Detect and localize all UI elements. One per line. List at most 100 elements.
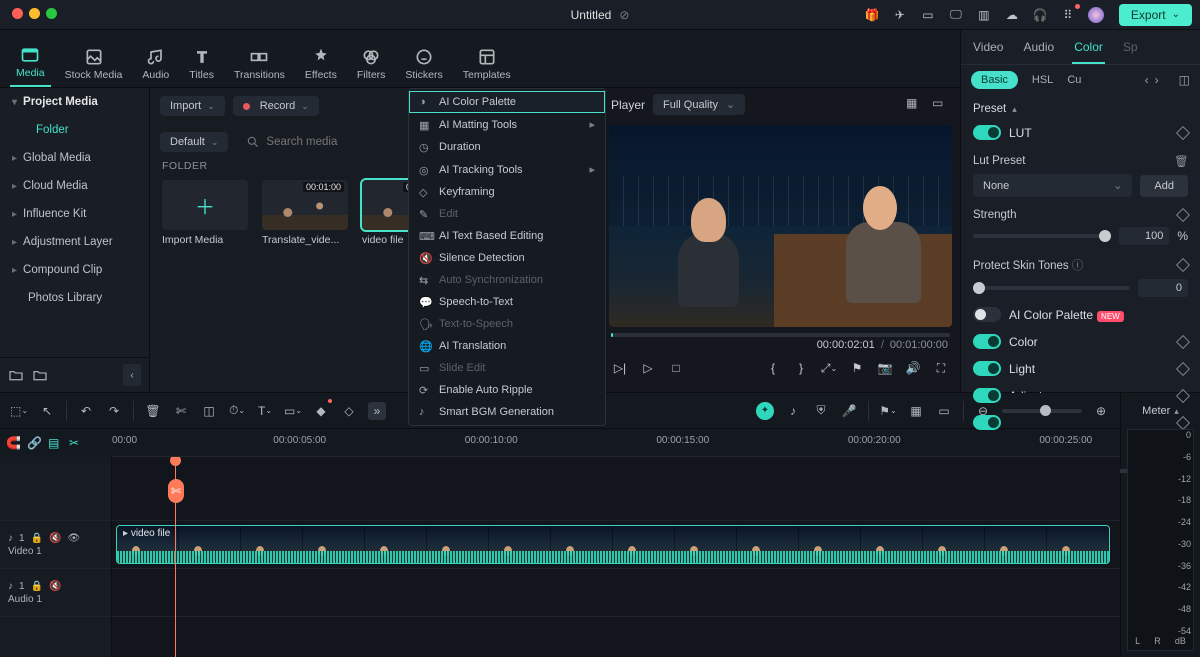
sidebar-global-media[interactable]: ▸Global Media <box>0 144 149 172</box>
gift-icon[interactable]: 🎁 <box>863 6 881 24</box>
keyframe-icon[interactable] <box>1176 361 1190 375</box>
color-sample-icon[interactable]: ◆ <box>312 402 330 420</box>
image-view-icon[interactable]: ▭ <box>932 96 950 114</box>
tab-titles[interactable]: Titles <box>183 43 220 87</box>
mute-icon[interactable]: 🔇 <box>49 581 61 592</box>
visibility-icon[interactable]: 👁 <box>67 533 80 544</box>
lock-icon[interactable]: 🔒 <box>31 581 43 592</box>
screen-icon[interactable]: ▭ <box>919 6 937 24</box>
keyframe-icon[interactable] <box>1176 258 1190 272</box>
sidebar-compound-clip[interactable]: ▸Compound Clip <box>0 256 149 284</box>
tab-filters[interactable]: Filters <box>351 43 392 87</box>
arrow-tool-icon[interactable]: ↖ <box>38 402 56 420</box>
menu-silence-detection[interactable]: 🔇Silence Detection <box>409 247 605 269</box>
delete-icon[interactable]: 🗑 <box>144 402 162 420</box>
track-options-icon[interactable]: ▤ <box>48 436 63 451</box>
avatar-icon[interactable] <box>1087 6 1105 24</box>
magnet-icon[interactable]: 🧲 <box>6 436 21 451</box>
import-media-tile[interactable]: ＋ Import Media <box>162 180 248 246</box>
video-track-header[interactable]: ♪1🔒🔇👁 Video 1 <box>0 521 111 569</box>
fullscreen-icon[interactable]: ⛶ <box>932 359 950 377</box>
keyframe-icon[interactable] <box>1176 334 1190 348</box>
sidebar-photos-library[interactable]: Photos Library <box>0 284 149 312</box>
rtab-color[interactable]: Color <box>1072 36 1105 64</box>
keyframe-icon[interactable] <box>1176 208 1190 222</box>
tab-templates[interactable]: Templates <box>457 43 517 87</box>
rsub-basic[interactable]: Basic <box>971 71 1018 89</box>
tab-stock-media[interactable]: Stock Media <box>59 43 129 87</box>
sidebar-adjustment-layer[interactable]: ▸Adjustment Layer <box>0 228 149 256</box>
sidebar-folder[interactable]: Folder <box>0 116 149 144</box>
tab-audio[interactable]: Audio <box>136 43 175 87</box>
zoom-slider[interactable] <box>1002 409 1082 413</box>
video-clip[interactable]: video file <box>116 525 1110 564</box>
menu-ai-color-palette[interactable]: ◑AI Color Palette <box>409 91 605 113</box>
grid-icon[interactable]: ▦ <box>907 402 925 420</box>
trash-icon[interactable]: 🗑 <box>1174 154 1188 168</box>
nav-left-icon[interactable]: ‹ <box>1145 73 1149 87</box>
tab-effects[interactable]: Effects <box>299 43 343 87</box>
vignette-toggle[interactable] <box>973 415 1001 430</box>
link-icon[interactable]: 🔗 <box>27 436 42 451</box>
rsub-curves[interactable]: Cu <box>1067 74 1081 86</box>
tab-stickers[interactable]: Stickers <box>399 43 448 87</box>
menu-enable-auto-ripple[interactable]: ⟳Enable Auto Ripple <box>409 379 605 401</box>
maximize-window-icon[interactable] <box>46 8 57 19</box>
strength-slider[interactable] <box>973 234 1111 238</box>
ratio-icon[interactable]: ⤢⌄ <box>820 359 838 377</box>
send-icon[interactable]: ✈ <box>891 6 909 24</box>
snapshot-icon[interactable]: 📷 <box>876 359 894 377</box>
menu-smart-bgm[interactable]: ♪Smart BGM Generation <box>409 401 605 423</box>
add-lut-button[interactable]: Add <box>1140 175 1188 197</box>
keyframe-icon[interactable] <box>1176 125 1190 139</box>
layout-icon[interactable]: ▥ <box>975 6 993 24</box>
lut-toggle[interactable] <box>973 125 1001 140</box>
text-tool-icon[interactable]: T⌄ <box>256 402 274 420</box>
sidebar-project-media[interactable]: ▾Project Media <box>0 88 149 116</box>
quality-dropdown[interactable]: Full Quality⌄ <box>653 94 745 115</box>
menu-ai-translation[interactable]: 🌐AI Translation <box>409 335 605 357</box>
rsub-hsl[interactable]: HSL <box>1032 74 1053 86</box>
clip-options-icon[interactable]: ✂ <box>69 436 84 451</box>
compare-icon[interactable]: ◫ <box>1179 73 1190 87</box>
rtab-speed[interactable]: Sp <box>1121 36 1140 64</box>
rtab-video[interactable]: Video <box>971 36 1005 64</box>
stop-icon[interactable]: □ <box>667 359 685 377</box>
mask-icon[interactable]: ▭⌄ <box>284 402 302 420</box>
redo-icon[interactable]: ↷ <box>105 402 123 420</box>
marker-tool-icon[interactable]: ⚑⌄ <box>879 402 897 420</box>
adjust-toggle[interactable] <box>973 388 1001 403</box>
protect-slider[interactable] <box>973 286 1130 290</box>
lock-icon[interactable]: 🔒 <box>31 533 43 544</box>
nav-right-icon[interactable]: › <box>1155 73 1159 87</box>
info-icon[interactable]: ⓘ <box>1072 260 1084 272</box>
crop-icon[interactable]: ◫ <box>200 402 218 420</box>
tab-transitions[interactable]: Transitions <box>228 43 291 87</box>
apps-icon[interactable]: ⠿ <box>1059 6 1077 24</box>
export-button[interactable]: Export <box>1119 4 1192 26</box>
sidebar-cloud-media[interactable]: ▸Cloud Media <box>0 172 149 200</box>
shield-icon[interactable]: ⛨ <box>812 402 830 420</box>
speed-icon[interactable]: ⏱⌄ <box>228 402 246 420</box>
light-toggle[interactable] <box>973 361 1001 376</box>
cloud-icon[interactable]: ☁ <box>1003 6 1021 24</box>
keyframe-tool-icon[interactable]: ◇ <box>340 402 358 420</box>
minimize-window-icon[interactable] <box>29 8 40 19</box>
color-toggle[interactable] <box>973 334 1001 349</box>
media-thumb[interactable]: 00:01:00 Translate_vide... <box>262 180 348 246</box>
cut-marker-icon[interactable]: ✄ <box>168 479 184 503</box>
mute-icon[interactable]: 🔇 <box>49 533 61 544</box>
sidebar-influence-kit[interactable]: ▸Influence Kit <box>0 200 149 228</box>
preset-section[interactable]: Preset▴ <box>961 95 1200 119</box>
sort-dropdown[interactable]: Default⌄ <box>160 132 228 152</box>
split-icon[interactable]: ✄ <box>172 402 190 420</box>
grid-view-icon[interactable]: ▦ <box>906 96 924 114</box>
zoom-in-icon[interactable]: ⊕ <box>1092 402 1110 420</box>
collapse-sidebar-icon[interactable]: ‹ <box>123 364 141 386</box>
video-viewer[interactable] <box>609 125 952 327</box>
render-icon[interactable]: ▭ <box>935 402 953 420</box>
record-dropdown[interactable]: Record⌄ <box>233 96 319 116</box>
menu-speech-to-text[interactable]: 💬Speech-to-Text <box>409 291 605 313</box>
mark-out-icon[interactable]: } <box>792 359 810 377</box>
mic-icon[interactable]: 🎤 <box>840 402 858 420</box>
